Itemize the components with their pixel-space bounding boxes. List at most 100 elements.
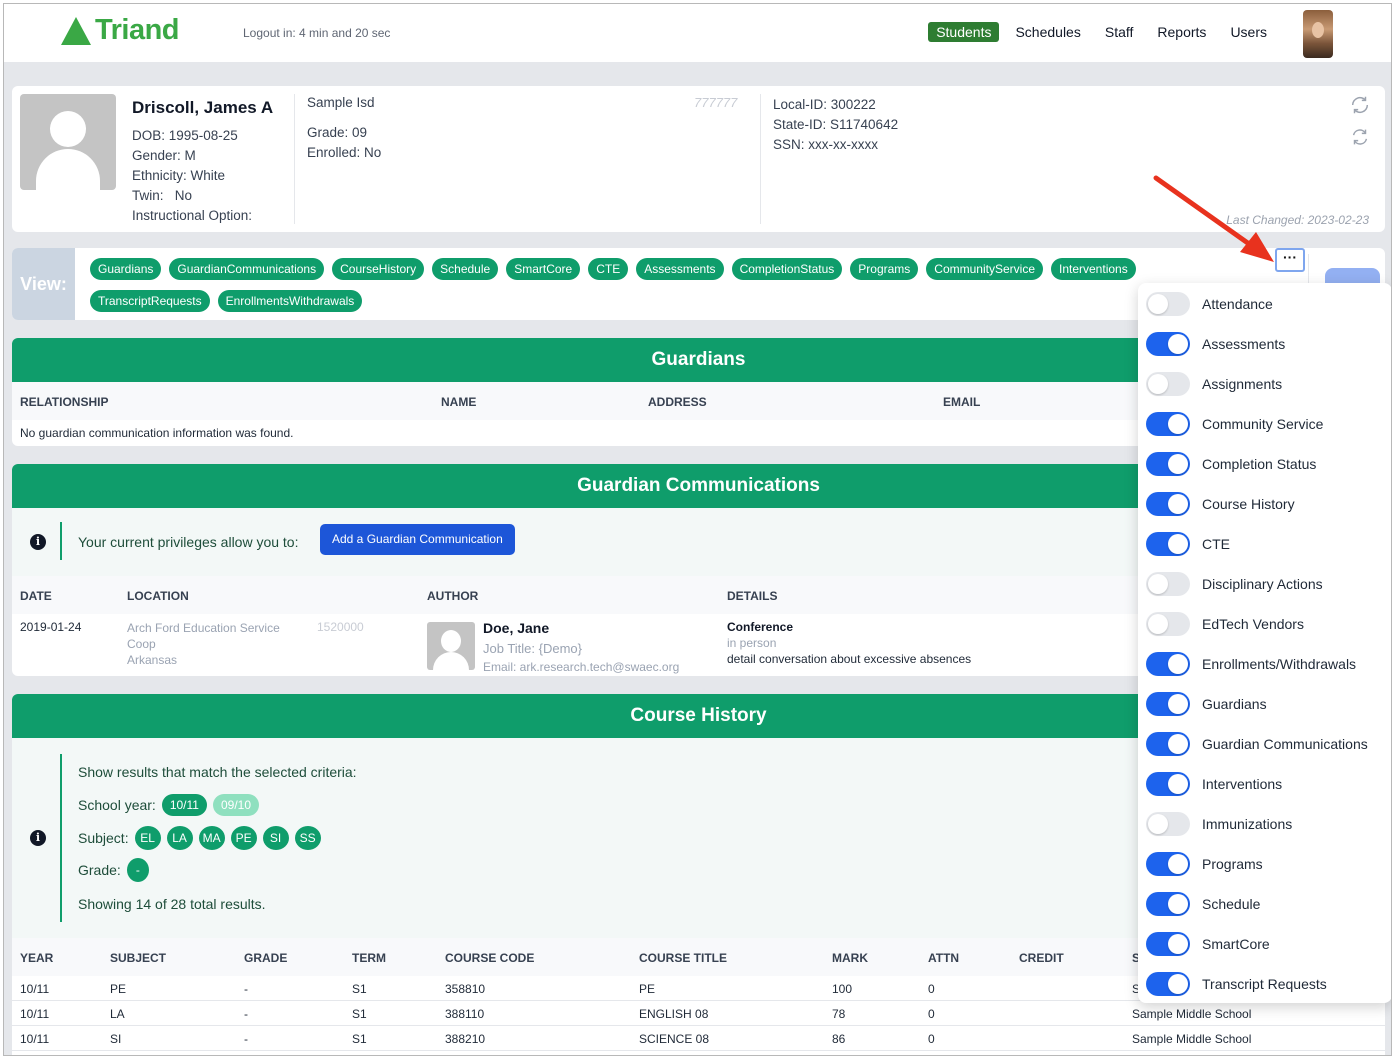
toggle-switch[interactable] — [1146, 692, 1190, 716]
add-guardian-communication-button[interactable]: Add a Guardian Communication — [320, 524, 515, 555]
view-pill-smartcore[interactable]: SmartCore — [506, 258, 581, 280]
subject-chip-la[interactable]: LA — [166, 826, 193, 850]
col-year[interactable]: YEAR — [20, 951, 53, 965]
view-pill-community-service[interactable]: CommunityService — [926, 258, 1043, 280]
nav-schedules[interactable]: Schedules — [1007, 22, 1088, 42]
col-name[interactable]: NAME — [441, 395, 476, 409]
view-toggle-item[interactable]: Community Service — [1146, 411, 1323, 437]
view-toggle-item[interactable]: Interventions — [1146, 771, 1282, 797]
col-location[interactable]: LOCATION — [127, 589, 189, 603]
toggle-switch[interactable] — [1146, 772, 1190, 796]
refresh-icon[interactable] — [1349, 94, 1371, 116]
view-toggle-item[interactable]: Immunizations — [1146, 811, 1292, 837]
toggle-switch[interactable] — [1146, 932, 1190, 956]
nav-staff[interactable]: Staff — [1097, 22, 1142, 42]
col-details[interactable]: DETAILS — [727, 589, 777, 603]
table-row[interactable]: 10/11 LA - S1 388110 ENGLISH 08 78 0 Sam… — [12, 1001, 1385, 1026]
col-address[interactable]: ADDRESS — [648, 395, 707, 409]
view-toggle-item[interactable]: Guardian Communications — [1146, 731, 1368, 757]
toggle-switch[interactable] — [1146, 852, 1190, 876]
view-pill-interventions[interactable]: Interventions — [1051, 258, 1136, 280]
criteria-title: Show results that match the selected cri… — [78, 764, 357, 780]
col-mark[interactable]: MARK — [832, 951, 868, 965]
grade-chip[interactable]: - — [126, 858, 149, 882]
logout-timer: Logout in: 4 min and 20 sec — [243, 26, 391, 40]
toggle-knob — [1168, 414, 1188, 434]
col-subject[interactable]: SUBJECT — [110, 951, 166, 965]
toggle-switch[interactable] — [1146, 452, 1190, 476]
col-grade[interactable]: GRADE — [244, 951, 287, 965]
col-date[interactable]: DATE — [20, 589, 52, 603]
view-toggle-item[interactable]: CTE — [1146, 531, 1230, 557]
toggle-switch[interactable] — [1146, 972, 1190, 996]
user-avatar[interactable] — [1303, 10, 1333, 58]
toggle-switch[interactable] — [1146, 492, 1190, 516]
info-icon: i — [30, 830, 46, 846]
view-toggle-item[interactable]: SmartCore — [1146, 931, 1270, 957]
subject-chip-ma[interactable]: MA — [198, 826, 225, 850]
toggle-label: Immunizations — [1202, 816, 1293, 832]
toggle-switch[interactable] — [1146, 732, 1190, 756]
view-pill-schedule[interactable]: Schedule — [432, 258, 499, 280]
toggle-switch[interactable] — [1146, 372, 1190, 396]
col-email[interactable]: EMAIL — [943, 395, 980, 409]
subject-chip-pe[interactable]: PE — [230, 826, 257, 850]
view-pill-guardian-communications[interactable]: GuardianCommunications — [169, 258, 325, 280]
view-pill-transcript-requests[interactable]: TranscriptRequests — [90, 290, 210, 312]
col-attn[interactable]: ATTN — [928, 951, 959, 965]
subject-chip-el[interactable]: EL — [134, 826, 161, 850]
gc-author-name: Doe, Jane — [483, 620, 550, 636]
logo[interactable]: Triand — [61, 14, 180, 47]
school-year-chip-0910[interactable]: 09/10 — [212, 794, 259, 816]
more-options-button[interactable]: ··· — [1275, 248, 1305, 272]
cell-term: S1 — [352, 982, 367, 996]
view-pill-course-history[interactable]: CourseHistory — [332, 258, 425, 280]
view-pill-guardians[interactable]: Guardians — [90, 258, 162, 280]
toggle-switch[interactable] — [1146, 892, 1190, 916]
grade-label: Grade: — [78, 862, 121, 878]
school-year-chip-1011[interactable]: 10/11 — [161, 794, 207, 816]
view-toggle-item[interactable]: Programs — [1146, 851, 1263, 877]
view-toggle-item[interactable]: Assessments — [1146, 331, 1285, 357]
col-term[interactable]: TERM — [352, 951, 386, 965]
toggle-switch[interactable] — [1146, 572, 1190, 596]
view-toggle-item[interactable]: Schedule — [1146, 891, 1260, 917]
subject-chip-ss[interactable]: SS — [294, 826, 321, 850]
view-pill-completion-status[interactable]: CompletionStatus — [731, 258, 843, 280]
subject-chip-si[interactable]: SI — [262, 826, 289, 850]
view-toggle-item[interactable]: Completion Status — [1146, 451, 1316, 477]
toggle-switch[interactable] — [1146, 812, 1190, 836]
view-toggle-item[interactable]: Transcript Requests — [1146, 971, 1327, 997]
col-course-title[interactable]: COURSE TITLE — [639, 951, 727, 965]
toggle-switch[interactable] — [1146, 292, 1190, 316]
nav-users[interactable]: Users — [1222, 22, 1275, 42]
view-pill-programs[interactable]: Programs — [850, 258, 919, 280]
toggle-switch[interactable] — [1146, 612, 1190, 636]
view-toggle-item[interactable]: Assignments — [1146, 371, 1282, 397]
toggle-switch[interactable] — [1146, 412, 1190, 436]
view-toggle-item[interactable]: Guardians — [1146, 691, 1267, 717]
col-course-code[interactable]: COURSE CODE — [445, 951, 534, 965]
view-toggle-item[interactable]: Disciplinary Actions — [1146, 571, 1323, 597]
nav-students[interactable]: Students — [928, 22, 1000, 42]
toggle-switch[interactable] — [1146, 652, 1190, 676]
view-pill-enrollments-withdrawals[interactable]: EnrollmentsWithdrawals — [217, 290, 363, 312]
gc-author-email: Email: ark.research.tech@swaec.org — [483, 660, 680, 674]
col-author[interactable]: AUTHOR — [427, 589, 478, 603]
view-toggle-item[interactable]: Course History — [1146, 491, 1295, 517]
view-pill-assessments[interactable]: Assessments — [636, 258, 724, 280]
view-pill-cte[interactable]: CTE — [588, 258, 629, 280]
toggle-switch[interactable] — [1146, 332, 1190, 356]
nav-reports[interactable]: Reports — [1149, 22, 1214, 42]
gc-location-code: 1520000 — [317, 620, 364, 634]
table-row[interactable]: 10/11 SI - S1 388210 SCIENCE 08 86 0 Sam… — [12, 1026, 1385, 1051]
col-credit[interactable]: CREDIT — [1019, 951, 1064, 965]
cell-grade: - — [244, 1007, 248, 1021]
col-relationship[interactable]: RELATIONSHIP — [20, 395, 108, 409]
toggle-switch[interactable] — [1146, 532, 1190, 556]
view-toggle-item[interactable]: EdTech Vendors — [1146, 611, 1304, 637]
view-toggle-item[interactable]: Attendance — [1146, 291, 1273, 317]
view-toggle-item[interactable]: Enrollments/Withdrawals — [1146, 651, 1356, 677]
sync-icon[interactable] — [1349, 126, 1371, 148]
cell-term: S1 — [352, 1007, 367, 1021]
